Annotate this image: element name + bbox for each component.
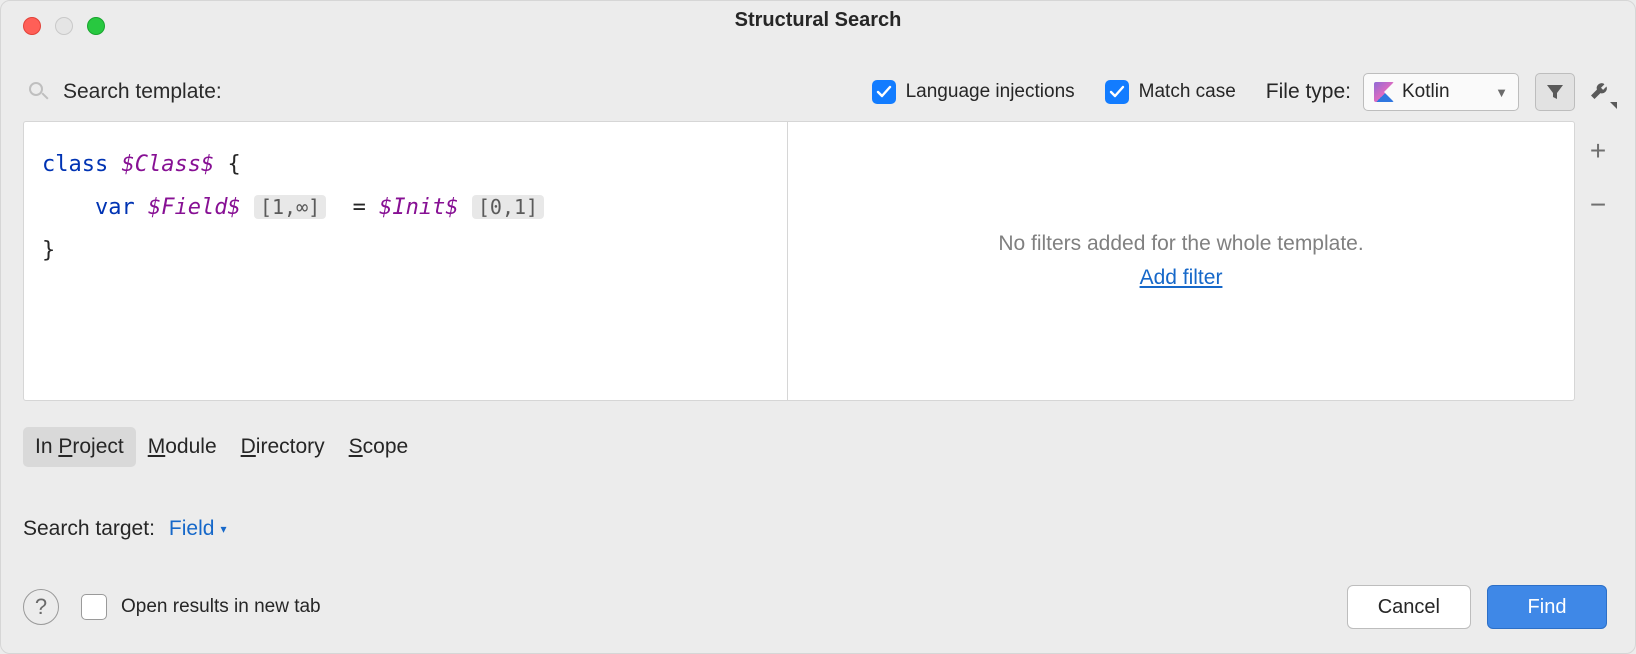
indent [42,195,95,220]
chevron-down-icon: ▼ [1495,85,1508,100]
file-type-value: Kotlin [1402,81,1450,103]
tools-button[interactable] [1585,77,1615,107]
help-button[interactable]: ? [23,589,59,625]
match-case-label: Match case [1139,81,1236,103]
search-target-label: Search target: [23,517,155,541]
remove-filter-button[interactable]: − [1590,191,1606,219]
dialog-title: Structural Search [1,9,1635,32]
checkbox-checked-icon [1105,80,1129,104]
dropdown-indicator-icon [1610,102,1617,109]
file-type-select[interactable]: Kotlin ▼ [1363,73,1519,111]
scope-tabs: In Project Module Directory Scope [23,427,420,467]
add-filter-link[interactable]: Add filter [1140,266,1223,290]
filters-empty-message: No filters added for the whole template. [998,232,1363,256]
search-target-value: Field [169,517,215,541]
funnel-icon [1545,82,1565,102]
kw-var: var [95,195,135,220]
search-target-select[interactable]: Field ▾ [169,517,227,541]
kotlin-icon [1374,82,1394,102]
scope-module[interactable]: Module [136,427,229,467]
search-icon [29,81,51,103]
cancel-button[interactable]: Cancel [1347,585,1471,629]
template-editor[interactable]: class $Class$ { var $Field$ [1,∞] = $Ini… [24,122,788,400]
kw-class: class [42,152,108,177]
editor-area: class $Class$ { var $Field$ [1,∞] = $Ini… [23,121,1575,401]
add-filter-button[interactable]: + [1590,137,1606,165]
wrench-icon [1588,80,1612,104]
bottom-bar: ? Open results in new tab Cancel Find [23,583,1607,631]
language-injections-label: Language injections [906,81,1075,103]
scope-scope[interactable]: Scope [337,427,421,467]
open-in-new-tab-label: Open results in new tab [121,596,321,618]
chevron-down-icon: ▾ [220,522,226,536]
search-template-label: Search template: [63,80,222,104]
eq: = [326,195,379,220]
scope-directory[interactable]: Directory [229,427,337,467]
var-class: $Class$ [121,152,214,177]
filter-side-buttons: + − [1581,121,1615,401]
checkbox-checked-icon [872,80,896,104]
language-injections-checkbox[interactable]: Language injections [872,80,1075,104]
toolbar: Search template: Language injections Mat… [29,70,1615,114]
hint-init: [0,1] [472,195,544,219]
scope-in-project[interactable]: In Project [23,427,136,467]
match-case-checkbox[interactable]: Match case [1105,80,1236,104]
find-button[interactable]: Find [1487,585,1607,629]
search-target-row: Search target: Field ▾ [23,517,226,541]
filter-button[interactable] [1535,73,1575,111]
brace-open: { [214,152,241,177]
file-type-label: File type: [1266,80,1351,104]
hint-field: [1,∞] [254,195,326,219]
filters-panel: No filters added for the whole template.… [788,122,1574,400]
var-init: $Init$ [379,195,458,220]
open-in-new-tab-checkbox[interactable] [81,594,107,620]
brace-close: } [42,238,55,263]
var-field: $Field$ [148,195,241,220]
